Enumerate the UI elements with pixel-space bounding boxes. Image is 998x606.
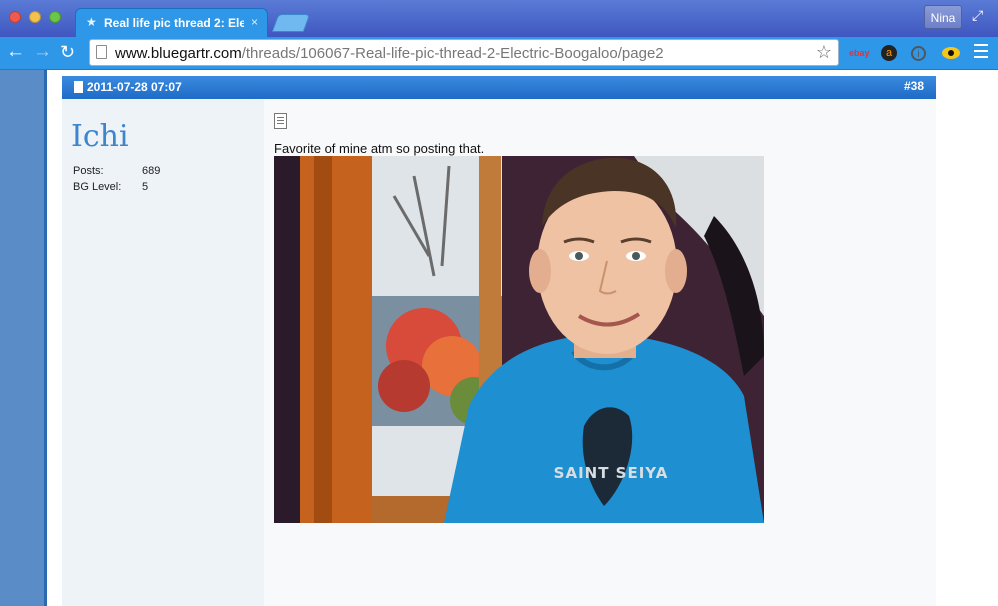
post-document-icon — [74, 81, 83, 93]
zoom-window-button[interactable] — [49, 11, 61, 23]
tab-title: Real life pic thread 2: Elect — [104, 16, 244, 30]
browser-tab-active[interactable]: ★ Real life pic thread 2: Elect × — [75, 8, 268, 37]
url-path: /threads/106067-Real-life-pic-thread-2-E… — [241, 45, 664, 62]
message-icon — [274, 113, 287, 129]
url-text[interactable]: www.bluegartr.com/threads/106067-Real-li… — [115, 45, 664, 62]
bg-level-value: 5 — [142, 181, 149, 193]
address-bar[interactable]: www.bluegartr.com/threads/106067-Real-li… — [89, 39, 839, 66]
ebay-extension-icon[interactable]: ebay — [849, 45, 870, 61]
browser-menu-icon[interactable] — [974, 44, 988, 62]
url-host: www.bluegartr.com — [115, 45, 242, 62]
reload-button[interactable]: ↻ — [60, 41, 75, 63]
shirt-print-text: SAINT SEIYA — [554, 464, 669, 482]
browser-toolbar: ← → ↻ www.bluegartr.com/threads/106067-R… — [0, 37, 998, 70]
eye-extension-icon[interactable] — [942, 47, 960, 59]
web-page: 2011-07-28 07:07 #38 Ichi Posts: 689 BG … — [0, 70, 998, 606]
browser-titlebar: ★ Real life pic thread 2: Elect × Nina ⤢ — [0, 0, 998, 37]
post-date: 2011-07-28 07:07 — [87, 80, 182, 94]
page-icon — [96, 45, 107, 59]
site-favicon-icon: ★ — [86, 15, 97, 29]
tab-close-icon[interactable]: × — [251, 15, 258, 29]
posts-value: 689 — [142, 165, 161, 177]
user-info-panel: Ichi Posts: 689 BG Level: 5 — [62, 99, 265, 606]
info-extension-icon[interactable]: i — [911, 46, 926, 61]
back-button[interactable]: ← — [6, 41, 25, 63]
forward-button[interactable]: → — [33, 41, 52, 63]
post-permalink[interactable]: #38 — [904, 79, 924, 93]
page-side-background — [0, 70, 44, 606]
post-header: 2011-07-28 07:07 #38 — [62, 76, 936, 99]
posts-label: Posts: — [73, 165, 104, 177]
page-side-border — [44, 70, 47, 606]
new-tab-button[interactable] — [271, 14, 311, 32]
close-window-button[interactable] — [9, 11, 21, 23]
amazon-extension-icon[interactable]: a — [881, 45, 897, 61]
fullscreen-icon[interactable]: ⤢ — [972, 7, 983, 24]
profile-button[interactable]: Nina — [924, 5, 962, 29]
post-message: Favorite of mine atm so posting that. — [274, 141, 485, 156]
bookmark-star-icon[interactable]: ☆ — [816, 42, 832, 63]
minimize-window-button[interactable] — [29, 11, 41, 23]
username-link[interactable]: Ichi — [71, 119, 129, 154]
bg-level-label: BG Level: — [73, 181, 122, 193]
post-photo[interactable]: SAINT SEIYA — [274, 156, 764, 523]
